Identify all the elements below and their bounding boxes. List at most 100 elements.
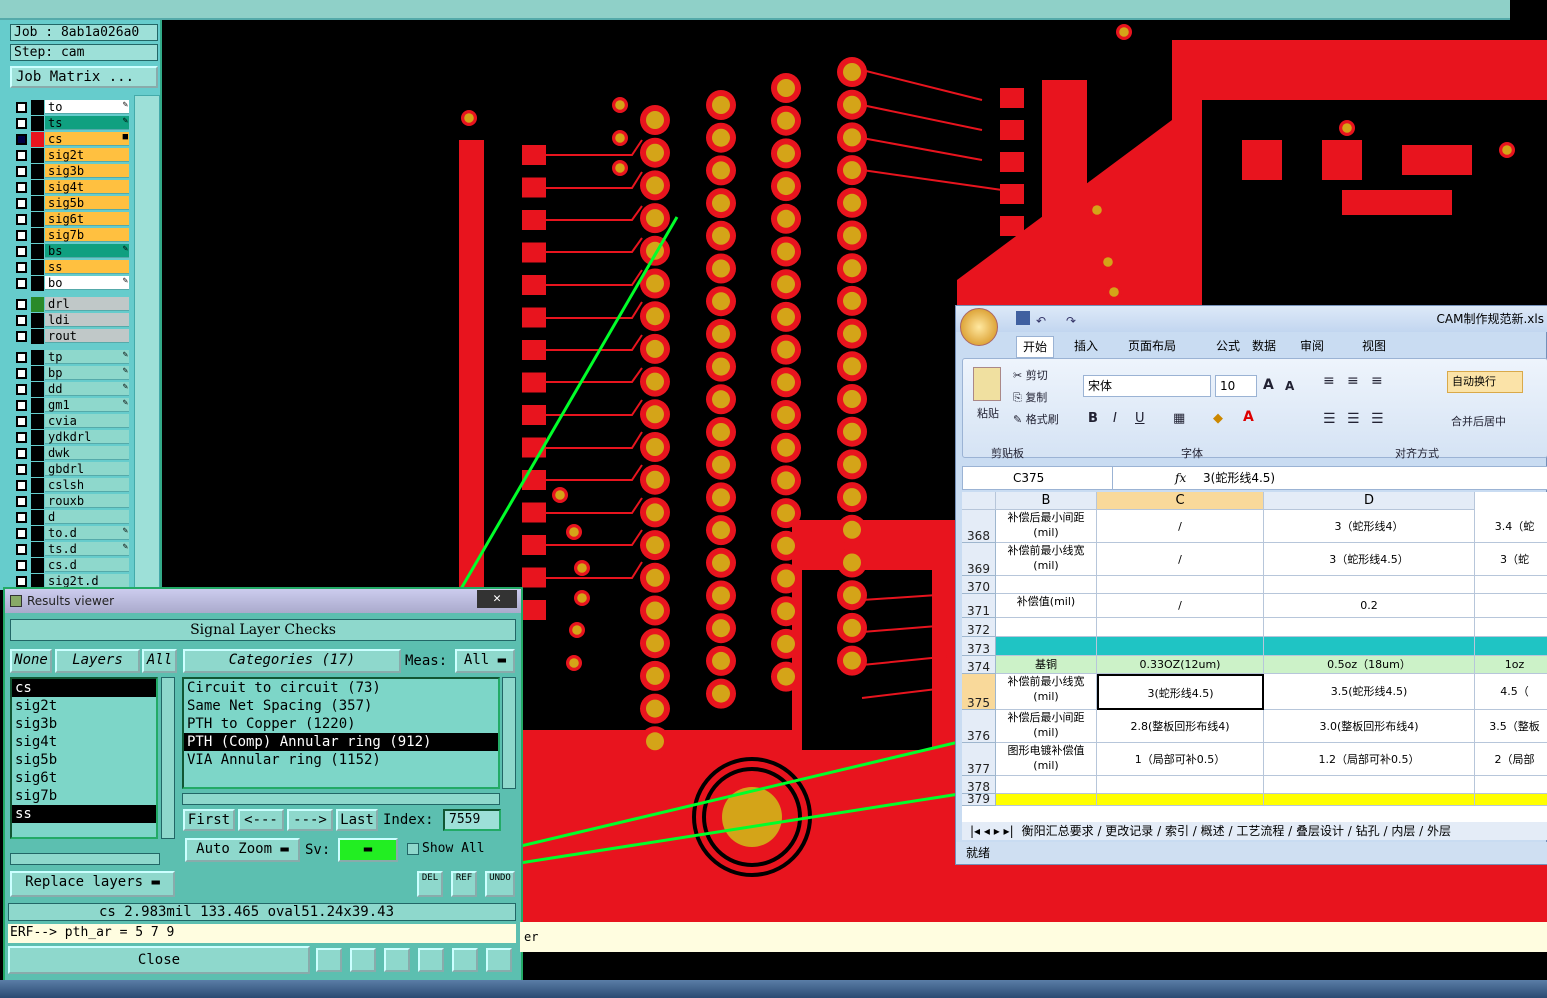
layer-name[interactable]: cs bbox=[45, 132, 129, 146]
ribbon-tab[interactable]: 公式 bbox=[1210, 336, 1246, 356]
layer-name[interactable]: bp bbox=[45, 366, 129, 380]
paste-label[interactable]: 粘贴 bbox=[977, 405, 999, 421]
fill-color-icon[interactable]: ◆ bbox=[1213, 411, 1223, 426]
cell-c369[interactable]: / bbox=[1097, 543, 1264, 576]
cell-b378[interactable] bbox=[996, 776, 1097, 794]
category-item[interactable]: PTH to Copper (1220) bbox=[184, 715, 498, 733]
layer-checkbox[interactable] bbox=[16, 315, 27, 326]
wrap-text-button[interactable]: 自动换行 bbox=[1447, 371, 1523, 393]
layer-row-ydkdrl[interactable]: ydkdrl bbox=[12, 430, 132, 445]
layer-row-cs.d[interactable]: cs.d bbox=[12, 558, 132, 573]
select-all-corner[interactable] bbox=[962, 492, 996, 510]
worksheet-grid[interactable]: B C D 368 补偿后最小间距(mil)/3（蛇形线4） 3.4（蛇 369 补偿前最小线… bbox=[962, 492, 1547, 822]
cell-c379[interactable] bbox=[1097, 794, 1264, 806]
ref-button[interactable]: REF bbox=[451, 871, 477, 897]
cut-button[interactable]: ✂ 剪切 bbox=[1013, 367, 1048, 383]
cell-d372[interactable] bbox=[1264, 618, 1475, 637]
align-center-icon[interactable]: ☰ bbox=[1347, 411, 1360, 427]
italic-icon[interactable]: I bbox=[1113, 411, 1117, 426]
layer-row-sig2t[interactable]: sig2t bbox=[12, 148, 132, 163]
layer-checkbox[interactable] bbox=[16, 432, 27, 443]
font-name-select[interactable]: 宋体 bbox=[1083, 375, 1211, 397]
fx-icon[interactable]: fx bbox=[1175, 467, 1186, 489]
category-item[interactable]: Circuit to circuit (73) bbox=[184, 679, 498, 697]
layer-row-ts.d[interactable]: ts.d ✎ bbox=[12, 542, 132, 557]
layer-checkbox[interactable] bbox=[16, 214, 27, 225]
cell-d378[interactable] bbox=[1264, 776, 1475, 794]
layer-name[interactable]: ts.d bbox=[45, 542, 129, 556]
cell-b369[interactable]: 补偿前最小线宽(mil) bbox=[996, 543, 1097, 576]
list-icon[interactable] bbox=[452, 948, 478, 972]
layer-row-cs[interactable]: cs ■ bbox=[12, 132, 132, 147]
layer-row-cslsh[interactable]: cslsh bbox=[12, 478, 132, 493]
meas-select[interactable]: All ▬ bbox=[455, 649, 515, 673]
cell-c370[interactable] bbox=[1097, 576, 1264, 594]
layer-row-d[interactable]: d bbox=[12, 510, 132, 525]
cell-e379[interactable] bbox=[1475, 794, 1547, 806]
layer-checkbox[interactable] bbox=[16, 331, 27, 342]
layer-row-drl[interactable]: drl bbox=[12, 297, 132, 312]
layer-name[interactable]: cslsh bbox=[45, 478, 129, 492]
column-header[interactable]: B bbox=[996, 492, 1097, 510]
layer-checkbox[interactable] bbox=[16, 166, 27, 177]
cell-e371[interactable] bbox=[1475, 594, 1547, 618]
save-icon[interactable] bbox=[1016, 311, 1030, 325]
ribbon-tab[interactable]: 数据 bbox=[1246, 336, 1282, 356]
layer-checkbox[interactable] bbox=[16, 198, 27, 209]
layer-checkbox[interactable] bbox=[16, 134, 27, 145]
cell-d376[interactable]: 3.0(整板回形布线4) bbox=[1264, 710, 1475, 743]
layer-checkbox[interactable] bbox=[16, 384, 27, 395]
row-header[interactable]: 370 bbox=[962, 576, 996, 594]
layer-row-sig5b[interactable]: sig5b bbox=[12, 196, 132, 211]
layer-name[interactable]: ts bbox=[45, 116, 129, 130]
layer-results-list[interactable]: cs sig2t sig3b sig4t sig5b sig6t sig7b ss bbox=[10, 677, 158, 839]
layer-row-bs[interactable]: bs ✎ bbox=[12, 244, 132, 259]
layer-name[interactable]: rouxb bbox=[45, 494, 129, 508]
cell-d374[interactable]: 0.5oz（18um） bbox=[1264, 656, 1475, 674]
cell-e369[interactable]: 3（蛇 bbox=[1475, 543, 1547, 576]
layer-row-sig7b[interactable]: sig7b bbox=[12, 228, 132, 243]
layer-checkbox[interactable] bbox=[16, 464, 27, 475]
cell-d379[interactable] bbox=[1264, 794, 1475, 806]
result-layer-item[interactable]: sig3b bbox=[12, 715, 156, 733]
cell-e375[interactable]: 4.5（ bbox=[1475, 674, 1547, 710]
layer-list-scrollbar[interactable] bbox=[161, 677, 175, 839]
layer-name[interactable]: tp bbox=[45, 350, 129, 364]
cell-b375[interactable]: 补偿前最小线宽(mil) bbox=[996, 674, 1097, 710]
result-layer-item[interactable]: sig5b bbox=[12, 751, 156, 769]
layer-name[interactable]: ydkdrl bbox=[45, 430, 129, 444]
cell-c371[interactable]: / bbox=[1097, 594, 1264, 618]
layer-row-cvia[interactable]: cvia bbox=[12, 414, 132, 429]
category-item[interactable]: VIA Annular ring (1152) bbox=[184, 751, 498, 769]
column-header[interactable]: C bbox=[1097, 492, 1264, 510]
redo-icon[interactable]: ↷ bbox=[1066, 308, 1076, 334]
name-box[interactable]: C375 bbox=[963, 467, 1113, 489]
cell-e376[interactable]: 3.5（整板 bbox=[1475, 710, 1547, 743]
layer-name[interactable]: rout bbox=[45, 329, 129, 343]
ribbon-tab[interactable]: 视图 bbox=[1356, 336, 1392, 356]
graph-icon[interactable] bbox=[350, 948, 376, 972]
layer-checkbox[interactable] bbox=[16, 576, 27, 587]
layer-name[interactable]: sig4t bbox=[45, 180, 129, 194]
cell-c377[interactable]: 1（局部可补0.5） bbox=[1097, 743, 1264, 776]
layer-checkbox[interactable] bbox=[16, 246, 27, 257]
layer-name[interactable]: bo bbox=[45, 276, 129, 290]
layer-name[interactable]: dwk bbox=[45, 446, 129, 460]
cell-c368[interactable]: / bbox=[1097, 510, 1264, 543]
cell-c378[interactable] bbox=[1097, 776, 1264, 794]
layer-row-to.d[interactable]: to.d ✎ bbox=[12, 526, 132, 541]
layer-row-sig4t[interactable]: sig4t bbox=[12, 180, 132, 195]
layer-row-sig3b[interactable]: sig3b bbox=[12, 164, 132, 179]
layer-name[interactable]: ss bbox=[45, 260, 129, 274]
ribbon-tab[interactable]: 插入 bbox=[1068, 336, 1104, 356]
result-layer-item[interactable]: sig7b bbox=[12, 787, 156, 805]
cell-e368[interactable]: 3.4（蛇 bbox=[1475, 510, 1547, 543]
layer-row-rouxb[interactable]: rouxb bbox=[12, 494, 132, 509]
layer-scrollbar[interactable] bbox=[134, 95, 160, 595]
category-scrollbar[interactable] bbox=[502, 677, 516, 789]
merge-center-button[interactable]: 合并后居中 bbox=[1451, 413, 1506, 429]
category-hscrollbar[interactable] bbox=[182, 793, 500, 805]
ribbon-tab[interactable]: 审阅 bbox=[1294, 336, 1330, 356]
cell-d377[interactable]: 1.2（局部可补0.5） bbox=[1264, 743, 1475, 776]
layer-row-sig6t[interactable]: sig6t bbox=[12, 212, 132, 227]
